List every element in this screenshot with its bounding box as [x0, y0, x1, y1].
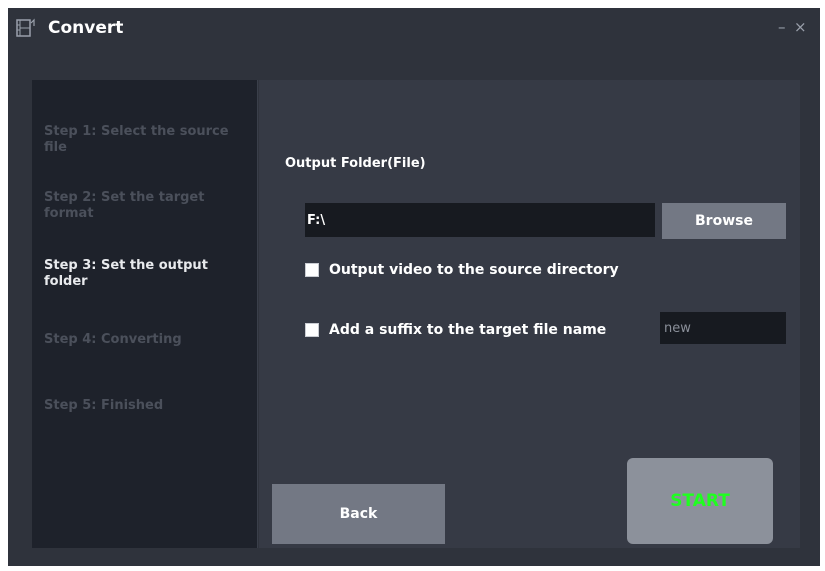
step-1-item: Step 1: Select the source file: [44, 124, 229, 155]
step-3-item-active: Step 3: Set the output folder: [44, 258, 208, 289]
back-button[interactable]: Back: [272, 484, 445, 544]
step-5-item: Step 5: Finished: [44, 398, 164, 413]
window-title: Convert: [48, 18, 124, 38]
output-path-input[interactable]: [305, 203, 655, 237]
convert-window: Convert – × Step 1: Select the source fi…: [8, 8, 820, 566]
browse-button[interactable]: Browse: [662, 203, 786, 239]
close-button[interactable]: ×: [794, 18, 807, 36]
output-folder-label: Output Folder(File): [285, 156, 426, 171]
source-directory-checkbox[interactable]: [305, 263, 319, 277]
suffix-input[interactable]: [660, 312, 786, 344]
film-strip-icon: [16, 18, 35, 37]
minimize-button[interactable]: –: [778, 18, 786, 36]
source-directory-option[interactable]: Output video to the source directory: [305, 260, 619, 280]
start-button[interactable]: START: [627, 458, 773, 544]
suffix-label: Add a suffix to the target file name: [329, 322, 607, 338]
suffix-option[interactable]: Add a suffix to the target file name: [305, 320, 606, 340]
output-settings-panel: Output Folder(File) Browse Output video …: [259, 80, 800, 548]
step-4-item: Step 4: Converting: [44, 332, 182, 347]
step-2-item: Step 2: Set the target format: [44, 190, 205, 221]
source-directory-label: Output video to the source directory: [329, 262, 619, 278]
steps-sidebar: Step 1: Select the source file Step 2: S…: [32, 80, 258, 548]
title-bar: Convert – ×: [8, 8, 820, 48]
suffix-checkbox[interactable]: [305, 323, 319, 337]
